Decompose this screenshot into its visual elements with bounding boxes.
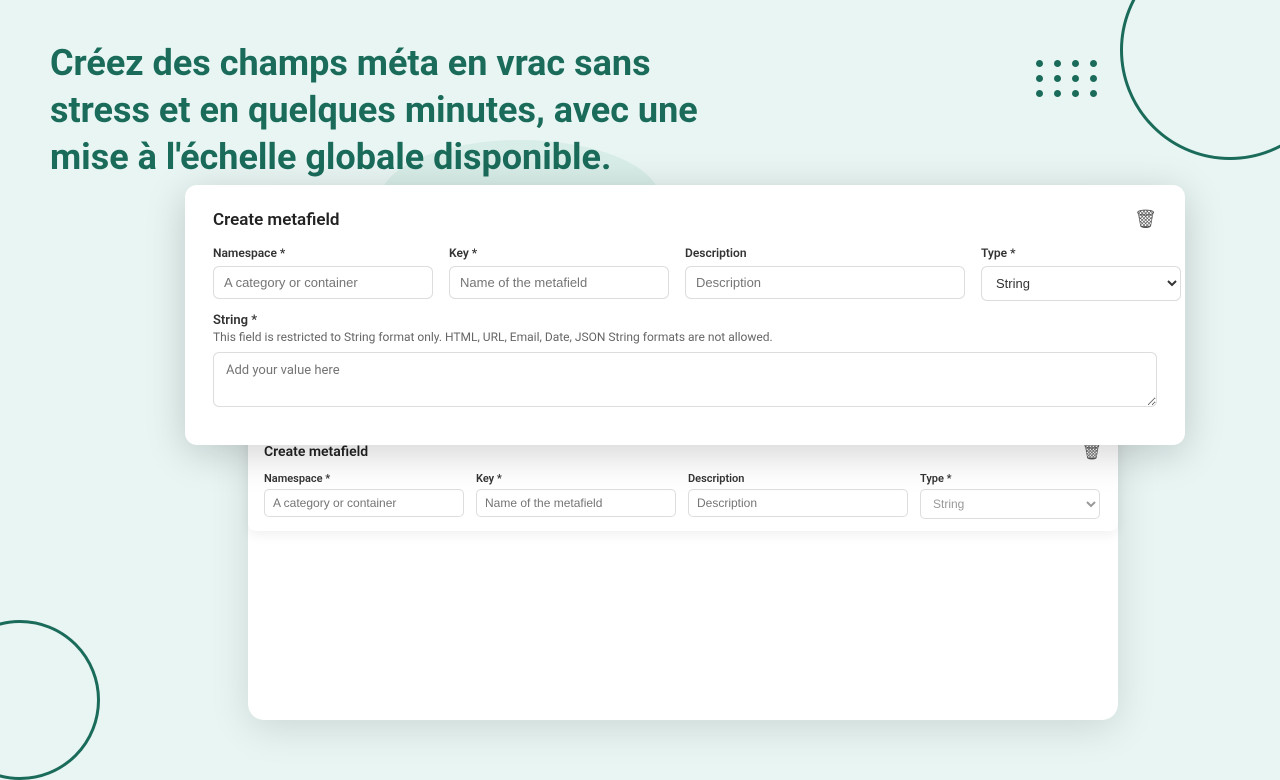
type-label: Type * [981, 246, 1181, 260]
second-description-field: Description [688, 472, 908, 519]
type-select[interactable]: String Integer Boolean JSON Color Date [981, 266, 1181, 301]
second-key-label: Key * [476, 472, 676, 485]
main-heading: Créez des champs méta en vrac sans stres… [50, 40, 700, 180]
second-key-field: Key * [476, 472, 676, 519]
type-field: Type * String Integer Boolean JSON Color… [981, 246, 1181, 301]
second-type-label: Type * [920, 472, 1100, 485]
second-delete-icon: 🗑 [1082, 444, 1102, 461]
namespace-input[interactable] [213, 266, 433, 299]
second-type-field: Type * String [920, 472, 1100, 519]
key-label: Key * [449, 246, 669, 260]
decorative-circle-top-right [1120, 0, 1280, 160]
description-input[interactable] [685, 266, 965, 299]
second-create-metafield-panel: Create metafield 🗑 Namespace * Key * Des… [248, 430, 1118, 531]
string-section-hint: This field is restricted to String forma… [213, 330, 1157, 344]
second-namespace-label: Namespace * [264, 472, 464, 485]
namespace-field: Namespace * [213, 246, 433, 301]
description-label: Description [685, 246, 965, 260]
modal-title: Create metafield [213, 210, 339, 230]
second-row-delete-button[interactable]: 🗑 [1082, 442, 1102, 462]
modal-delete-button[interactable]: 🗑 [1134, 209, 1157, 230]
key-field: Key * [449, 246, 669, 301]
modal-form-fields: Namespace * Key * Description Type * Str… [213, 246, 1157, 301]
second-row-header: Create metafield 🗑 [264, 442, 1102, 462]
namespace-label: Namespace * [213, 246, 433, 260]
second-description-label: Description [688, 472, 908, 485]
second-form-fields-row: Namespace * Key * Description Type * Str… [264, 472, 1102, 519]
value-textarea[interactable] [213, 352, 1157, 407]
decorative-dots [1036, 60, 1100, 97]
second-type-select[interactable]: String [920, 489, 1100, 519]
second-namespace-input[interactable] [264, 489, 464, 517]
second-row-title: Create metafield [264, 444, 368, 460]
description-field: Description [685, 246, 965, 301]
decorative-circle-bottom-left [0, 620, 100, 780]
string-section-label: String * [213, 313, 1157, 328]
second-description-input[interactable] [688, 489, 908, 517]
string-section: String * This field is restricted to Str… [213, 313, 1157, 411]
second-namespace-field: Namespace * [264, 472, 464, 519]
delete-icon: 🗑 [1134, 209, 1157, 229]
create-metafield-modal: Create metafield 🗑 Namespace * Key * Des… [185, 185, 1185, 445]
second-key-input[interactable] [476, 489, 676, 517]
modal-header: Create metafield 🗑 [213, 209, 1157, 230]
key-input[interactable] [449, 266, 669, 299]
